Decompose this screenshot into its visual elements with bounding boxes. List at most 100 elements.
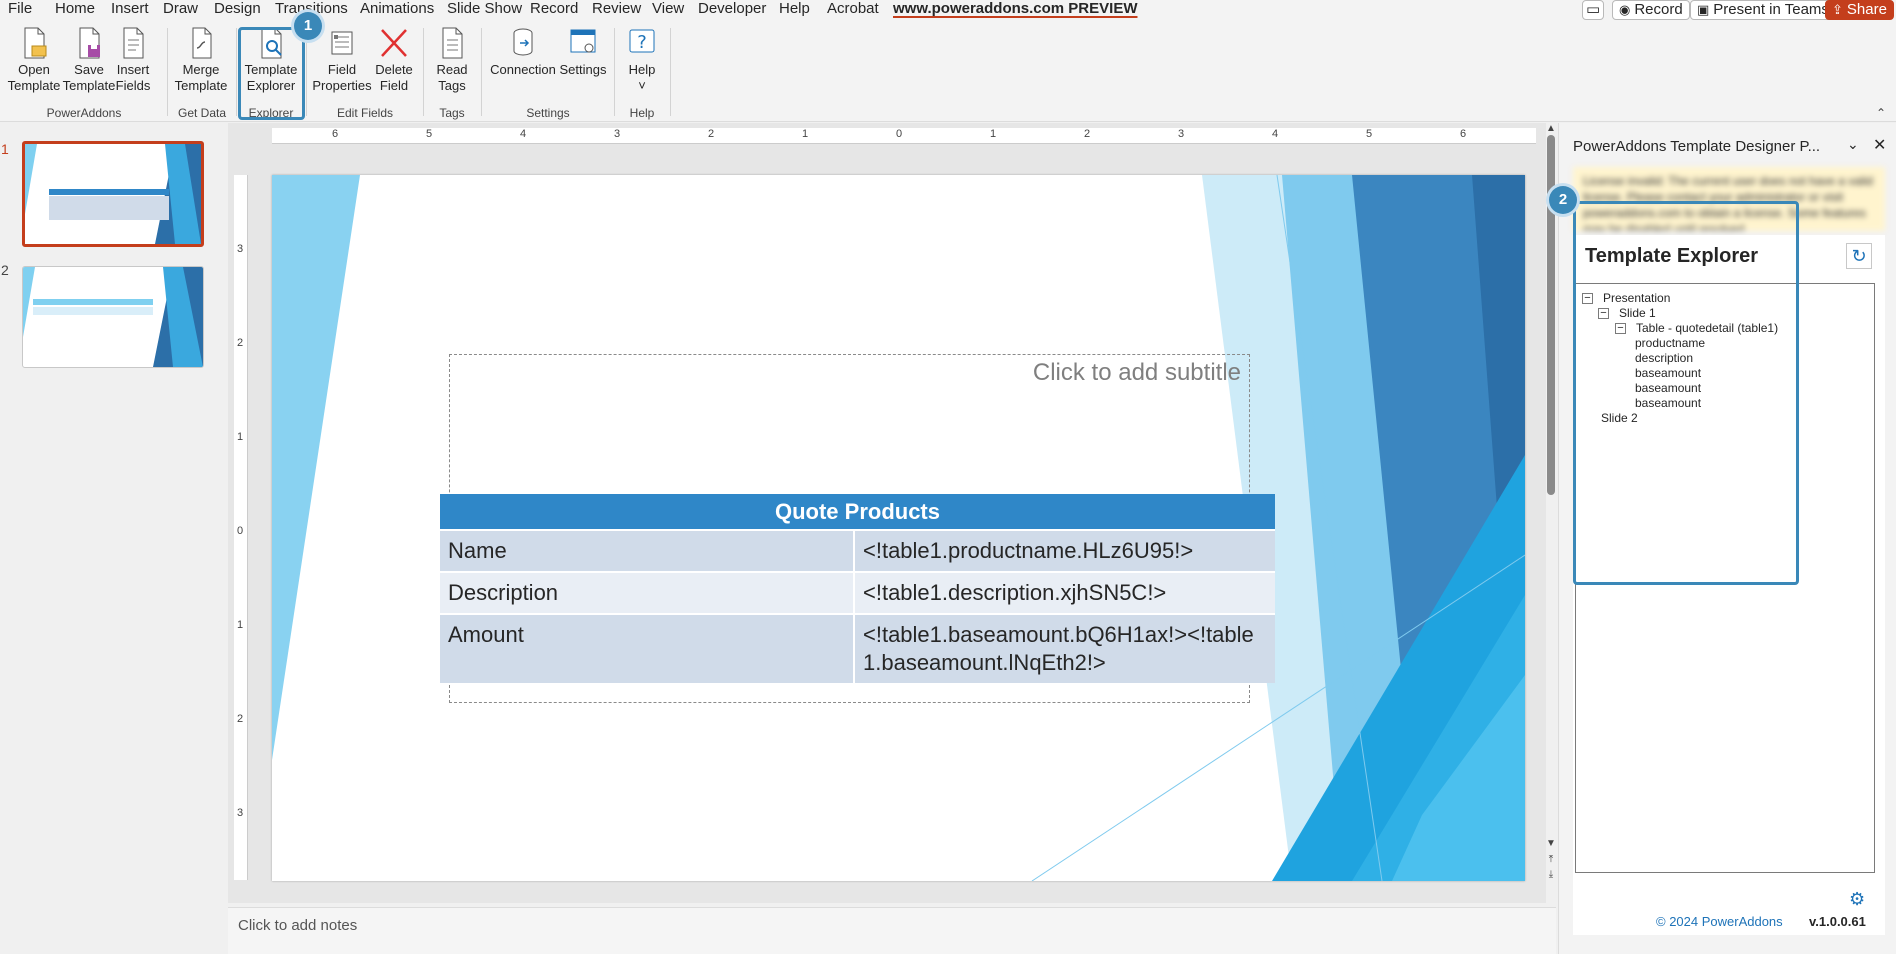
settings-button[interactable]: Settings [556,26,610,102]
group-separator [670,28,671,116]
slide-canvas[interactable]: Click to add subtitle Quote Products Nam… [272,175,1525,881]
table-cell-field[interactable]: <!table1.productname.HLz6U95!> [854,529,1275,572]
ruler-tick-label: 4 [520,128,527,140]
menu-bar: File Home Insert Draw Design Transitions… [0,0,1896,20]
group-label-poweraddons: PowerAddons [46,106,122,120]
tab-animations[interactable]: Animations [360,0,434,18]
next-slide-icon[interactable]: ⤓ [1545,869,1557,880]
present-in-teams-button[interactable]: ▣ Present in Teams [1690,0,1836,20]
group-separator [614,28,615,116]
tab-help[interactable]: Help [779,0,810,18]
callout-badge-2: 2 [1549,186,1577,214]
tab-view[interactable]: View [652,0,684,18]
horizontal-ruler: 6 5 4 3 2 1 0 1 2 3 4 5 6 [272,128,1536,144]
tab-review[interactable]: Review [592,0,641,18]
delete-x-icon [381,29,407,57]
read-tags-icon [442,27,463,59]
gear-icon[interactable]: ⚙ [1849,889,1865,910]
tab-record[interactable]: Record [530,0,578,18]
merge-template-icon [192,27,212,59]
comments-button[interactable]: ▭ [1582,0,1604,20]
record-button[interactable]: ◉ Record [1612,0,1690,20]
version-label: v.1.0.0.61 [1809,914,1866,929]
tab-acrobat[interactable]: Acrobat [827,0,879,18]
editor-vertical-scrollbar[interactable]: ▲ ▼ ⤒ ⤓ [1545,123,1557,903]
group-separator [236,28,237,116]
ruler-tick-label: 5 [1366,128,1373,140]
insert-fields-button[interactable]: Insert Fields [107,26,159,102]
slide-thumbnail-pane: 1 2 [0,123,212,954]
slide-thumbnail-art [25,144,201,244]
merge-template-button[interactable]: Merge Template [170,26,232,102]
chevron-down-icon[interactable]: ⌄ [1847,136,1859,153]
tab-poweraddons[interactable]: www.poweraddons.com PREVIEW [893,0,1137,18]
help-button[interactable]: ? Help ˅ [620,26,664,102]
share-button[interactable]: ⇪ Share [1825,0,1894,20]
notes-placeholder: Click to add notes [238,917,358,934]
ruler-tick-label: 0 [896,128,903,140]
callout-highlight-template-explorer [238,27,305,120]
group-label-tags: Tags [439,106,465,120]
tab-slide-show[interactable]: Slide Show [447,0,522,18]
insert-fields-icon [123,27,144,59]
copyright-link[interactable]: © 2024 PowerAddons [1656,914,1783,929]
group-label-get-data: Get Data [177,106,227,120]
ruler-tick-label: 4 [1272,128,1279,140]
tab-developer[interactable]: Developer [698,0,766,18]
connection-button[interactable]: Connection [488,26,558,102]
delete-field-button[interactable]: Delete Field [369,26,419,102]
scroll-down-icon[interactable]: ▼ [1545,838,1557,849]
teams-icon: ▣ [1697,2,1710,17]
ruler-tick-label: 5 [426,128,433,140]
table-row: Name <!table1.productname.HLz6U95!> [440,529,1275,572]
ruler-tick-label: 1 [990,128,997,140]
tab-design[interactable]: Design [214,0,261,18]
table-row: Amount <!table1.baseamount.bQ6H1ax!><!ta… [440,613,1275,683]
ruler-tick-label: 1 [802,128,809,140]
template-designer-task-pane: PowerAddons Template Designer P... ⌄ ✕ L… [1549,123,1896,954]
scroll-up-icon[interactable]: ▲ [1545,123,1557,134]
ruler-tick-label: 3 [1178,128,1185,140]
open-template-button[interactable]: Open Template [3,26,65,102]
table-title: Quote Products [440,494,1275,530]
group-separator [306,28,307,116]
group-label-edit-fields: Edit Fields [336,106,394,120]
task-pane-title: PowerAddons Template Designer P... [1573,138,1821,155]
table-cell-label[interactable]: Name [440,529,855,572]
table-cell-label[interactable]: Description [440,571,855,614]
share-icon: ⇪ [1832,2,1843,17]
collapse-ribbon-icon[interactable]: ⌃ [1876,106,1886,120]
slide-thumbnail-2[interactable] [22,266,204,368]
refresh-icon: ↻ [1851,246,1867,266]
table-cell-label[interactable]: Amount [440,613,855,683]
quote-products-table[interactable]: Quote Products Name <!table1.productname… [440,494,1275,683]
help-icon: ? [629,29,655,53]
previous-slide-icon[interactable]: ⤒ [1545,854,1557,865]
table-cell-field[interactable]: <!table1.description.xjhSN5C!> [854,571,1275,614]
thumbnail-number: 2 [1,262,9,278]
tab-draw[interactable]: Draw [163,0,198,18]
read-tags-button[interactable]: Read Tags [427,26,477,102]
tab-insert[interactable]: Insert [111,0,149,18]
vertical-ruler: 3 2 1 0 1 2 3 [234,175,248,880]
ruler-tick-label: 1 [237,431,244,443]
table-cell-field[interactable]: <!table1.baseamount.bQ6H1ax!><!table1.ba… [854,613,1275,683]
group-separator [481,28,482,116]
tab-home[interactable]: Home [55,0,95,18]
slide-thumbnail-1[interactable] [22,141,204,247]
refresh-button[interactable]: ↻ [1846,243,1872,269]
ruler-tick-label: 6 [1460,128,1467,140]
group-label-help: Help [629,106,655,120]
close-icon[interactable]: ✕ [1873,135,1886,155]
ruler-tick-label: 3 [237,807,244,819]
notes-pane[interactable]: Click to add notes [228,907,1556,954]
field-properties-icon [331,31,353,55]
ruler-tick-label: 2 [708,128,715,140]
slide-thumbnail-art [23,267,203,367]
field-properties-button[interactable]: Field Properties [311,26,373,102]
comment-icon: ▭ [1586,1,1601,18]
tab-file[interactable]: File [8,0,32,18]
callout-highlight-template-explorer-pane [1573,201,1799,585]
record-icon: ◉ [1619,2,1631,17]
ruler-tick-label: 2 [237,337,244,349]
